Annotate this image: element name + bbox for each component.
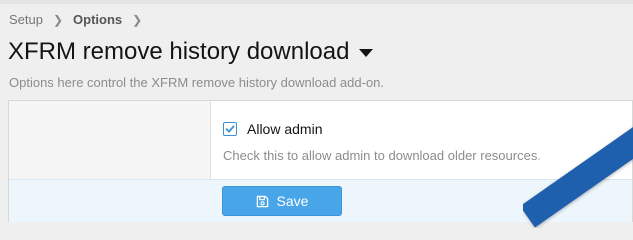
chevron-right-icon: ❯ bbox=[52, 12, 64, 27]
page-title[interactable]: XFRM remove history download bbox=[8, 38, 374, 66]
save-icon bbox=[256, 195, 269, 208]
allow-admin-label[interactable]: Allow admin bbox=[247, 121, 322, 137]
page-title-text: XFRM remove history download bbox=[8, 38, 350, 65]
breadcrumb-item-options[interactable]: Options bbox=[73, 12, 122, 27]
form-footer: Save bbox=[9, 179, 632, 222]
allow-admin-option[interactable]: Allow admin bbox=[223, 121, 322, 137]
checkbox-checked-icon[interactable] bbox=[223, 122, 237, 136]
options-block: Allow admin Check this to allow admin to… bbox=[8, 100, 633, 222]
breadcrumb: Setup ❯ Options ❯ bbox=[9, 12, 152, 27]
chevron-right-icon: ❯ bbox=[132, 12, 143, 27]
option-label-column bbox=[9, 101, 211, 179]
breadcrumb-item-setup[interactable]: Setup bbox=[9, 12, 43, 27]
save-button[interactable]: Save bbox=[222, 186, 342, 216]
option-control-column: Allow admin Check this to allow admin to… bbox=[211, 101, 632, 179]
save-button-label: Save bbox=[276, 193, 309, 209]
allow-admin-hint: Check this to allow admin to download ol… bbox=[223, 148, 541, 163]
page-description: Options here control the XFRM remove his… bbox=[9, 75, 385, 90]
caret-down-icon[interactable] bbox=[359, 49, 374, 57]
top-bar bbox=[0, 0, 633, 4]
